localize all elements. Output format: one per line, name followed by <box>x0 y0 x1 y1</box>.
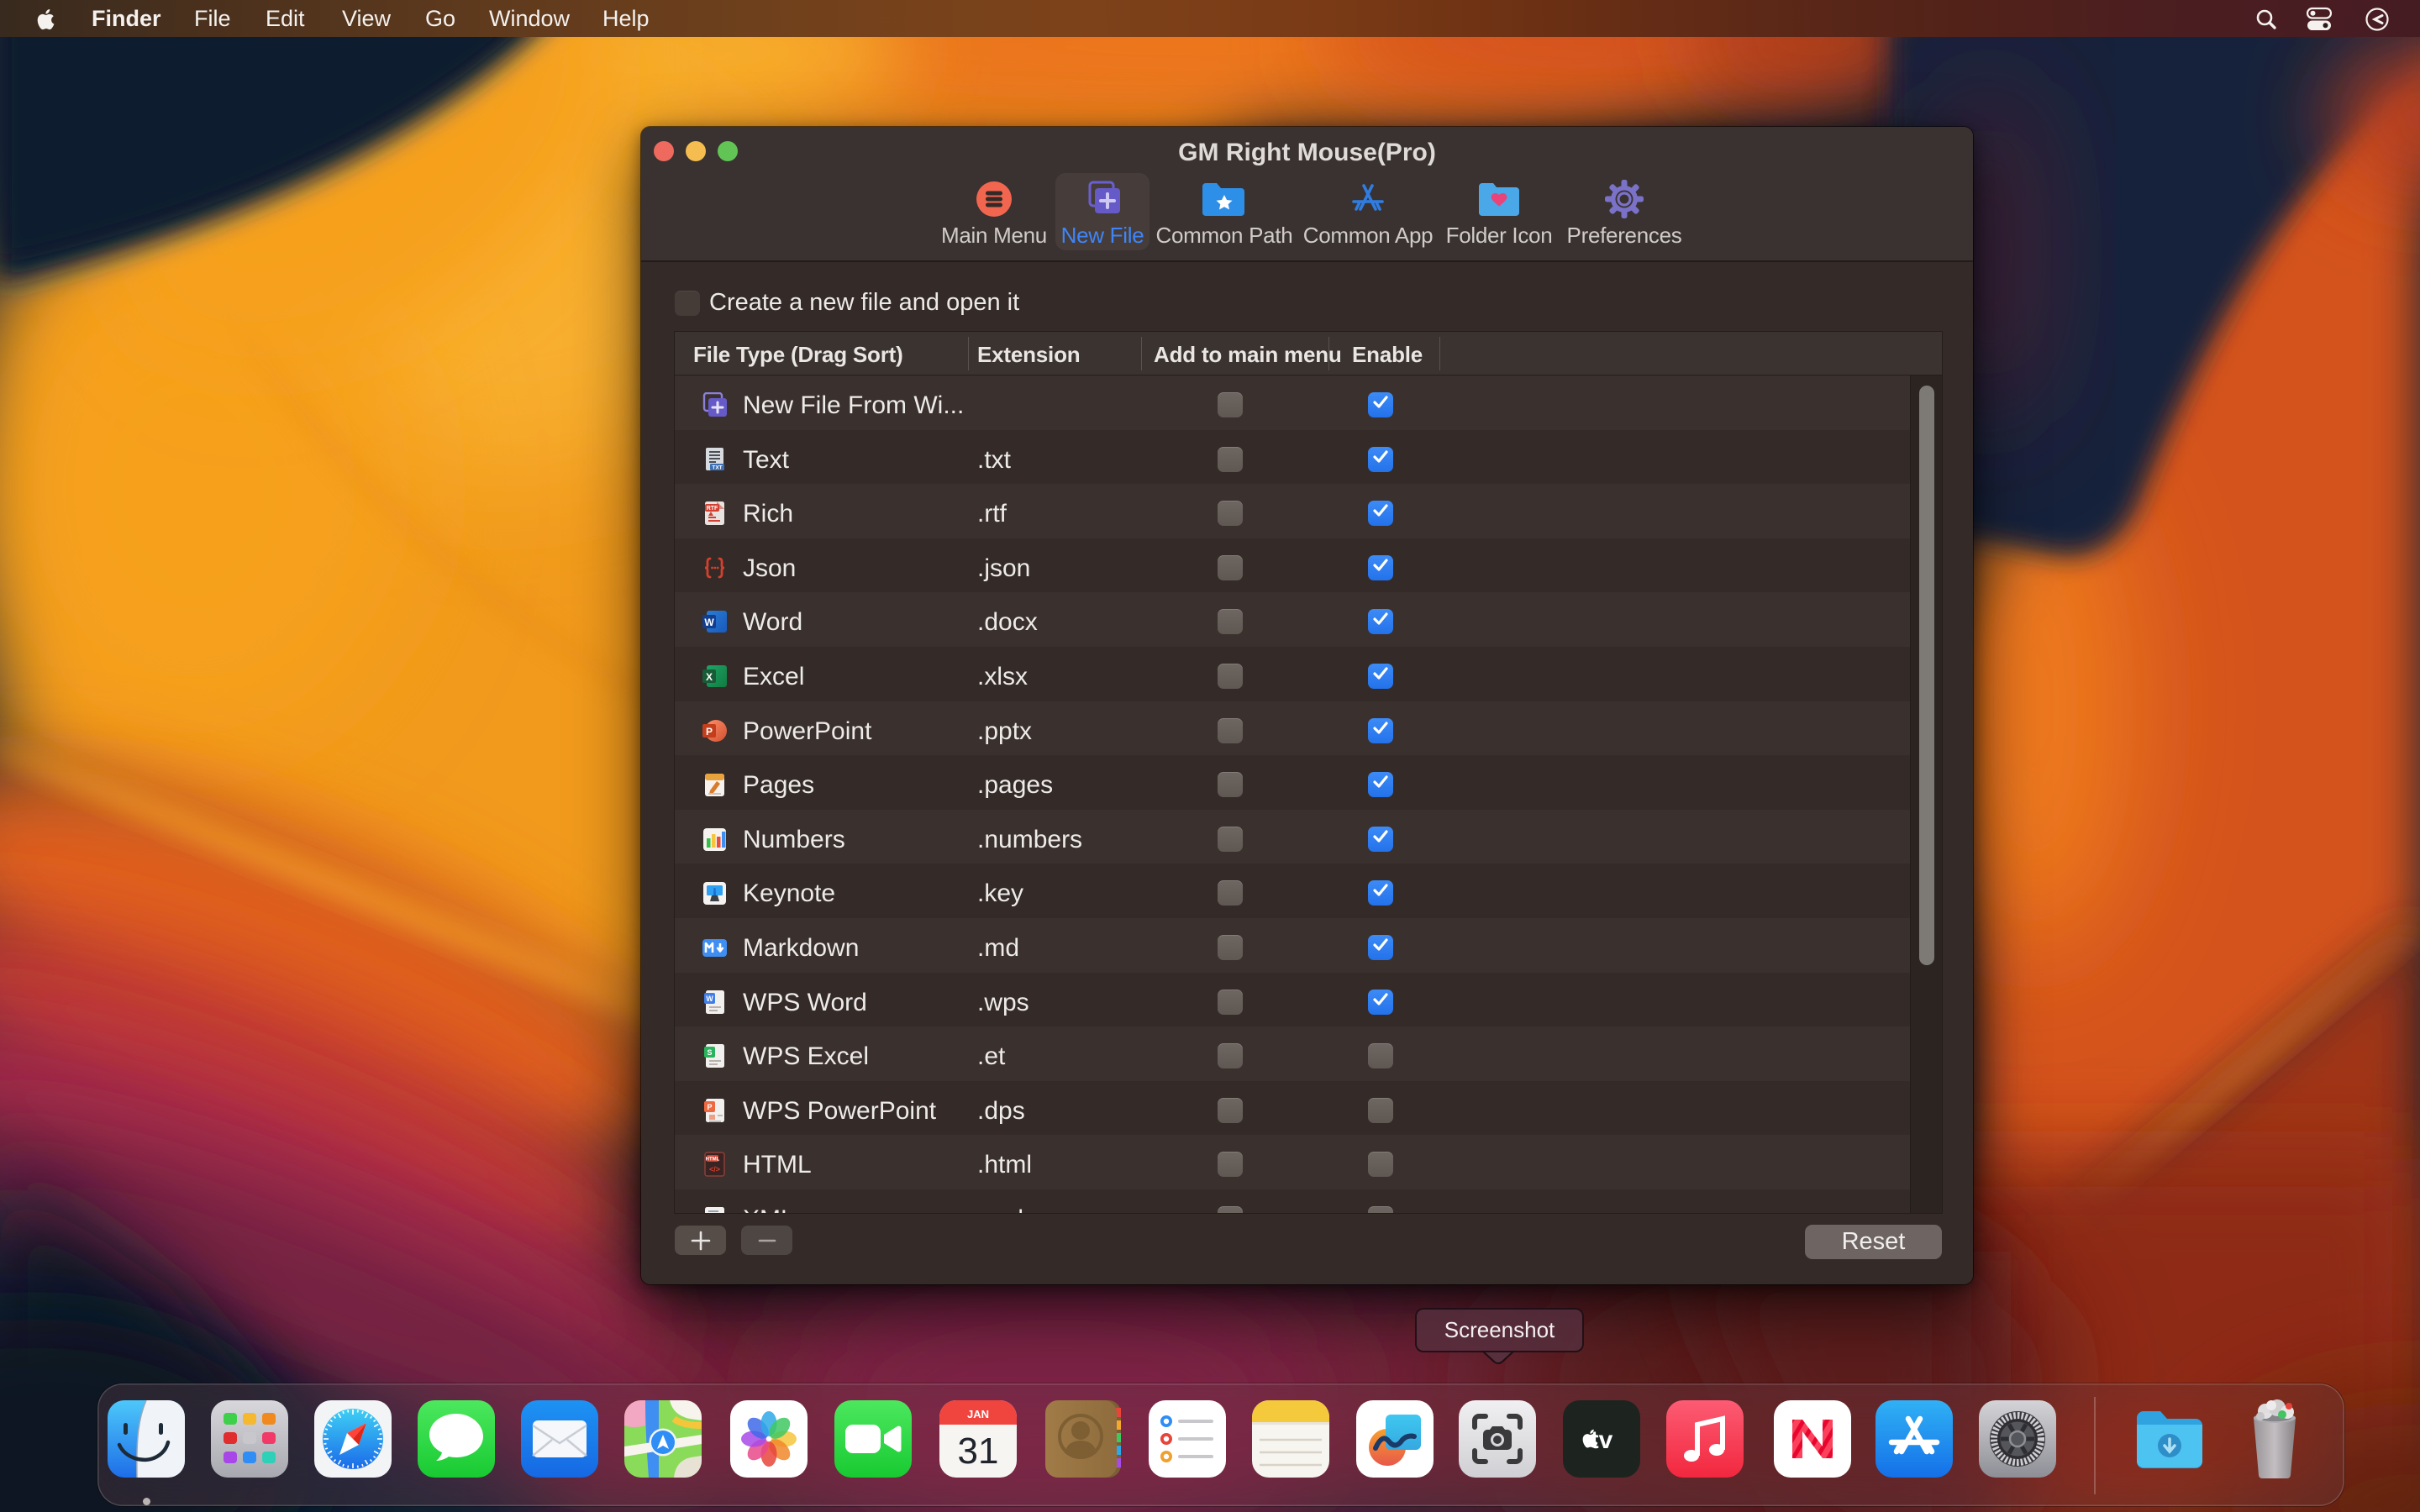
svg-text:X: X <box>706 671 713 683</box>
svg-text:TXT: TXT <box>712 465 722 470</box>
svg-text:W: W <box>706 995 713 1003</box>
svg-text:JAN: JAN <box>967 1408 989 1420</box>
svg-text:S: S <box>707 1048 712 1057</box>
svg-text:HTML: HTML <box>706 1158 720 1163</box>
svg-text:P: P <box>706 726 713 738</box>
svg-text:31: 31 <box>958 1431 999 1472</box>
svg-text:W: W <box>704 617 714 628</box>
svg-text:</>: </> <box>709 1165 720 1173</box>
svg-text:P: P <box>707 1103 712 1111</box>
svg-text:RTF: RTF <box>707 506 718 512</box>
